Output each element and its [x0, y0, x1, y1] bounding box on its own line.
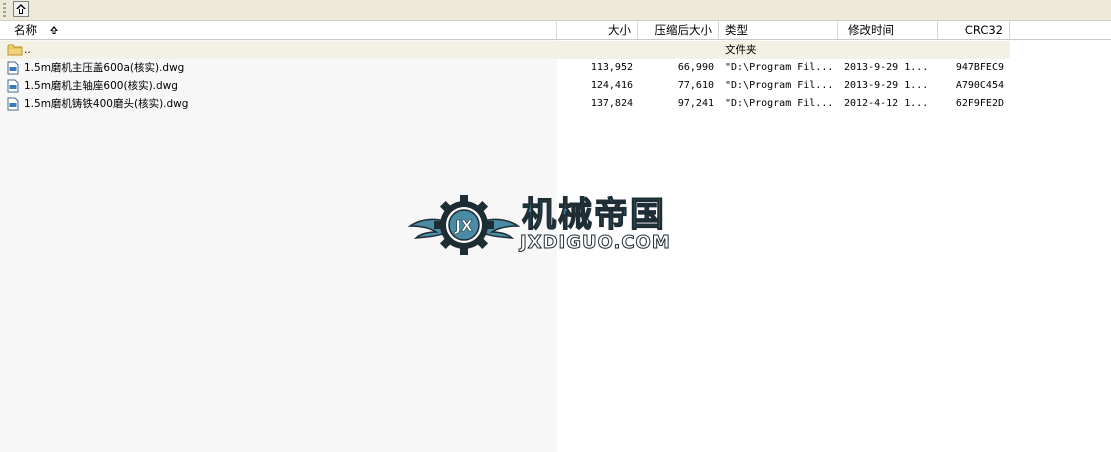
dwg-file-icon	[7, 61, 19, 78]
file-modified: 2013-9-29 1...	[844, 80, 929, 91]
file-crc32: 947BFEC9	[955, 62, 1004, 73]
table-row[interactable]: 1.5m磨机铸铁400磨头(核实).dwg 137,824 97,241 "D:…	[0, 95, 1010, 113]
file-size: 113,952	[590, 62, 633, 73]
up-folder-button[interactable]	[13, 1, 29, 17]
parent-folder-name: ..	[24, 44, 31, 56]
column-header-name-label: 名称	[14, 23, 37, 37]
site-watermark: JX 机械帝国 JXDIGUO.COM	[408, 192, 708, 258]
parent-folder-type: 文件夹	[725, 44, 757, 56]
watermark-title: 机械帝国	[521, 195, 666, 235]
file-packed-size: 77,610	[677, 80, 714, 91]
file-size: 137,824	[590, 98, 633, 109]
toolbar	[0, 0, 1111, 21]
column-header: 名称 大小 压缩后大小 类型 修改时间 CRC32	[0, 21, 1111, 40]
file-modified: 2012-4-12 1...	[844, 98, 929, 109]
file-packed-size: 97,241	[677, 98, 714, 109]
file-type: "D:\Program Fil...	[725, 62, 834, 73]
up-folder-icon	[16, 4, 26, 14]
sort-ascending-icon	[49, 22, 59, 40]
folder-icon	[7, 43, 23, 60]
logo-emblem-text: JX	[454, 217, 473, 235]
column-header-modified[interactable]: 修改时间	[838, 21, 938, 39]
file-crc32: A790C454	[955, 80, 1004, 91]
dwg-file-icon	[7, 97, 19, 114]
file-name: 1.5m磨机铸铁400磨头(核实).dwg	[24, 98, 189, 110]
column-header-size[interactable]: 大小	[557, 21, 638, 39]
toolbar-grip[interactable]	[3, 3, 6, 17]
parent-folder-row[interactable]: .. 文件夹	[0, 41, 1010, 59]
column-header-crc32[interactable]: CRC32	[938, 21, 1010, 39]
winged-gear-logo-icon: JX	[408, 195, 520, 255]
file-packed-size: 66,990	[677, 62, 714, 73]
file-name: 1.5m磨机主轴座600(核实).dwg	[24, 80, 178, 92]
table-row[interactable]: 1.5m磨机主压盖600a(核实).dwg 113,952 66,990 "D:…	[0, 59, 1010, 77]
column-header-type[interactable]: 类型	[719, 21, 838, 39]
file-crc32: 62F9FE2D	[955, 98, 1004, 109]
dwg-file-icon	[7, 79, 19, 96]
file-type: "D:\Program Fil...	[725, 80, 834, 91]
table-row[interactable]: 1.5m磨机主轴座600(核实).dwg 124,416 77,610 "D:\…	[0, 77, 1010, 95]
column-header-name[interactable]: 名称	[0, 21, 557, 39]
file-type: "D:\Program Fil...	[725, 98, 834, 109]
file-modified: 2013-9-29 1...	[844, 62, 929, 73]
watermark-subtitle: JXDIGUO.COM	[520, 232, 671, 254]
column-header-packed-size[interactable]: 压缩后大小	[638, 21, 719, 39]
file-name: 1.5m磨机主压盖600a(核实).dwg	[24, 62, 185, 74]
file-size: 124,416	[590, 80, 633, 91]
